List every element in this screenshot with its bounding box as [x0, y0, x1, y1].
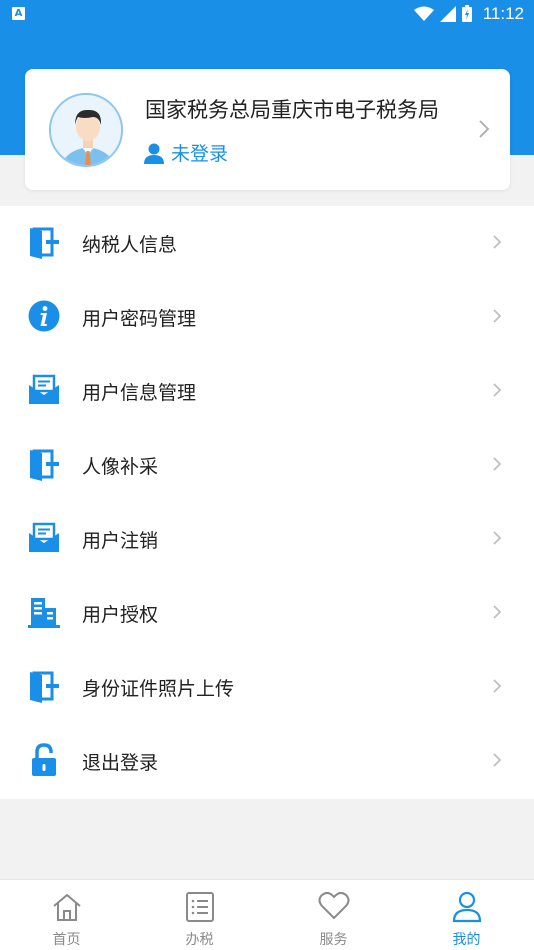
battery-icon [462, 5, 472, 22]
chevron-right-icon [493, 383, 502, 397]
menu-item-label: 用户注销 [82, 530, 159, 552]
tab-label: 办税 [185, 932, 214, 948]
menu-item-label: 退出登录 [82, 752, 159, 774]
menu-item-portrait-capture[interactable]: 人像补采 [0, 428, 534, 502]
menu-item-logout[interactable]: 退出登录 [0, 724, 534, 798]
chevron-right-icon [479, 120, 490, 138]
mail-icon [29, 374, 59, 404]
chevron-right-icon [493, 235, 502, 249]
user-avatar-icon [49, 93, 123, 167]
list-icon [185, 892, 214, 922]
status-icons [414, 5, 472, 22]
mail-icon [29, 522, 59, 552]
person-icon [144, 143, 164, 164]
menu-item-password-management[interactable]: 用户密码管理 [0, 280, 534, 354]
menu-item-label: 纳税人信息 [82, 234, 178, 256]
menu-item-label: 人像补采 [82, 456, 159, 478]
wifi-icon [414, 6, 434, 21]
signal-icon [440, 5, 456, 22]
door-icon [30, 671, 59, 703]
home-icon [52, 893, 81, 921]
clock: 11:12 [482, 4, 524, 23]
tab-mine[interactable]: 我的 [400, 880, 533, 950]
menu-item-account-cancellation[interactable]: 用户注销 [0, 502, 534, 576]
menu-item-user-info-management[interactable]: 用户信息管理 [0, 354, 534, 428]
info-icon [28, 300, 60, 332]
chevron-right-icon [493, 679, 502, 693]
menu-item-label: 身份证件照片上传 [82, 678, 235, 700]
person-icon [452, 891, 481, 923]
tab-label: 服务 [319, 932, 348, 948]
tab-home[interactable]: 首页 [0, 880, 133, 950]
chevron-right-icon [493, 309, 502, 323]
login-status-label: 未登录 [171, 143, 229, 165]
heart-icon [318, 891, 349, 920]
door-icon [30, 449, 59, 481]
menu-item-label: 用户密码管理 [82, 308, 197, 330]
building-icon [28, 598, 60, 628]
door-icon [30, 227, 59, 259]
profile-card[interactable]: 国家税务总局重庆市电子税务局 未登录 [25, 69, 510, 190]
org-name: 国家税务总局重庆市电子税务局 [145, 98, 439, 122]
status-bar: A 11:12 [0, 0, 534, 28]
tab-services[interactable]: 服务 [267, 880, 400, 950]
menu-item-taxpayer-info[interactable]: 纳税人信息 [0, 206, 534, 280]
notification-icon: A [12, 7, 25, 20]
chevron-right-icon [493, 753, 502, 767]
menu-item-user-authorization[interactable]: 用户授权 [0, 576, 534, 650]
tab-tax-handling[interactable]: 办税 [133, 880, 266, 950]
menu-item-label: 用户信息管理 [82, 382, 197, 404]
tab-label: 首页 [52, 932, 81, 948]
lock-icon [32, 743, 56, 776]
chevron-right-icon [493, 531, 502, 545]
bottom-tab-bar: 首页 办税 服务 我的 [0, 879, 534, 950]
tab-label: 我的 [452, 932, 481, 948]
chevron-right-icon [493, 457, 502, 471]
menu-item-id-photo-upload[interactable]: 身份证件照片上传 [0, 650, 534, 724]
settings-menu: 纳税人信息 用户密码管理 用户信息管理 人像补采 用户注销 用户授权 身份证件照… [0, 206, 534, 799]
menu-item-label: 用户授权 [82, 604, 159, 626]
chevron-right-icon [493, 605, 502, 619]
login-status-row[interactable]: 未登录 [143, 139, 228, 166]
